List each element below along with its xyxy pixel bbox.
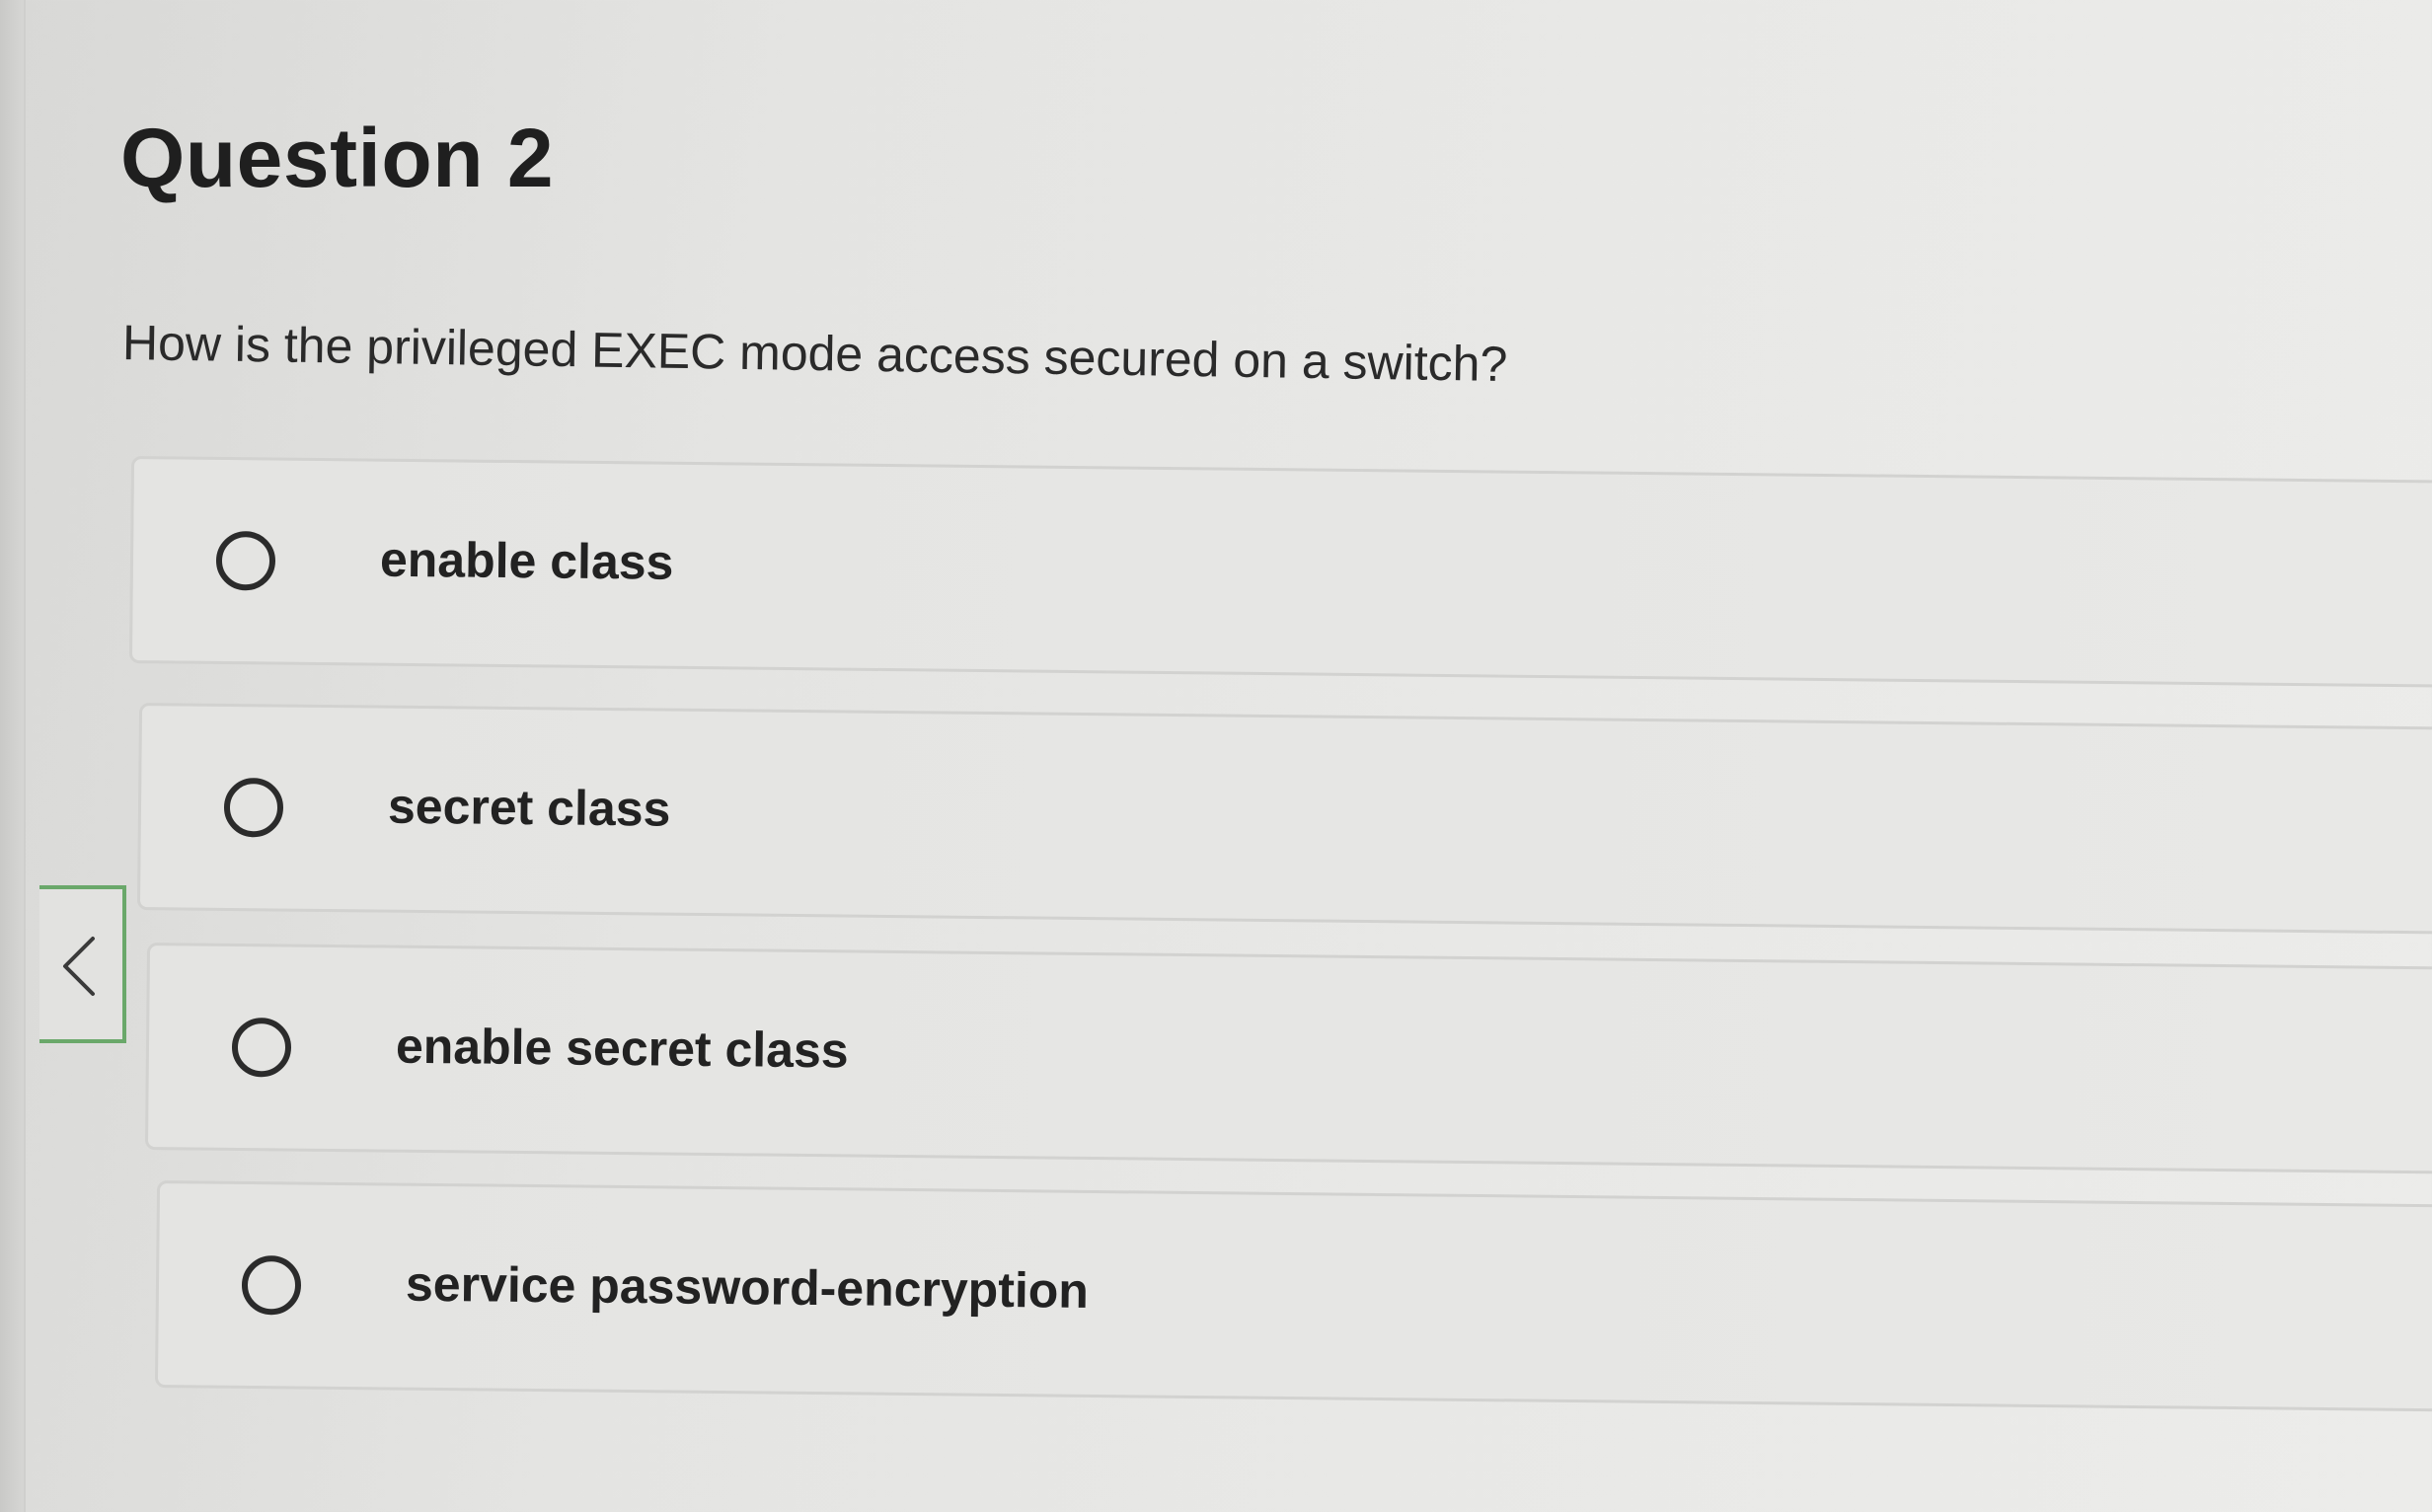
radio-button[interactable] bbox=[231, 1017, 292, 1078]
radio-button[interactable] bbox=[223, 777, 284, 838]
answer-option-3[interactable]: enable secret class bbox=[144, 943, 2432, 1175]
answer-option-2[interactable]: secret class bbox=[136, 703, 2432, 936]
answer-label: enable secret class bbox=[395, 1018, 849, 1079]
answer-option-4[interactable]: service password-encryption bbox=[154, 1180, 2432, 1413]
answer-option-1[interactable]: enable class bbox=[128, 456, 2432, 689]
collapse-sidebar-button[interactable] bbox=[39, 885, 126, 1043]
answer-label: service password-encryption bbox=[405, 1255, 1090, 1319]
page-title: Question 2 bbox=[120, 112, 555, 204]
answer-label: enable class bbox=[379, 531, 674, 590]
question-prompt: How is the privileged EXEC mode access s… bbox=[121, 315, 1508, 393]
page-left-edge bbox=[0, 0, 26, 1512]
radio-button[interactable] bbox=[241, 1254, 302, 1316]
radio-button[interactable] bbox=[215, 530, 276, 591]
chevron-left-icon bbox=[63, 937, 95, 996]
answer-label: secret class bbox=[387, 778, 671, 837]
